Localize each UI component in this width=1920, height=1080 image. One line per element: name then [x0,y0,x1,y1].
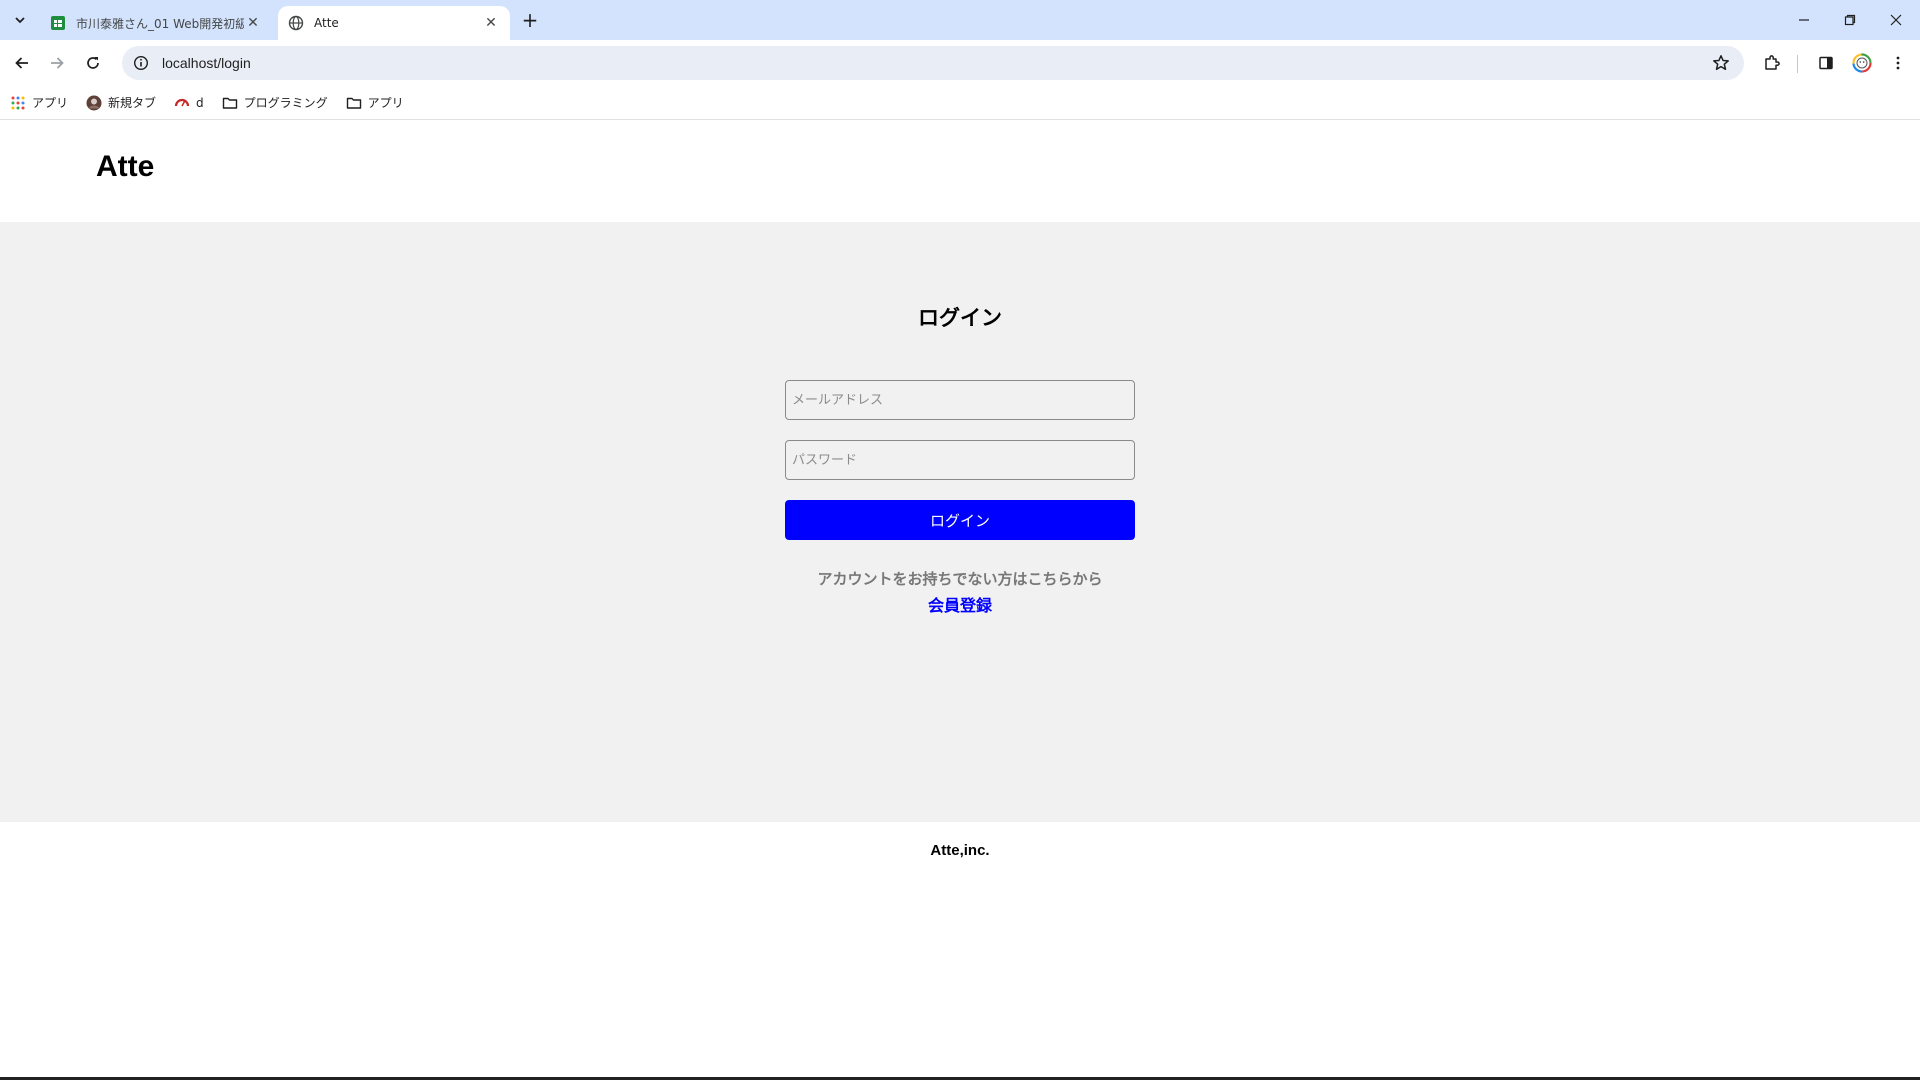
plus-icon: + [521,8,539,32]
bookmark-d[interactable]: d [174,90,204,116]
site-info-button[interactable] [126,48,156,78]
password-input[interactable] [785,440,1135,480]
site-footer: Atte,inc. [0,822,1920,1080]
site-logo: Atte [96,150,155,183]
url-text: localhost/login [162,55,251,71]
bookmark-label: プログラミング [243,96,328,110]
folder-icon [346,95,362,111]
new-tab-button[interactable]: + [516,8,544,32]
reload-button[interactable] [79,49,107,77]
register-prompt: アカウントをお持ちでない方はこちらから [817,570,1103,588]
browser-menu-button[interactable] [1886,51,1910,75]
tab-title: Atte [314,16,339,30]
apps-grid-icon [10,95,26,111]
profile-avatar-icon [1852,53,1872,73]
back-button[interactable] [8,49,36,77]
email-input[interactable] [785,380,1135,420]
bookmarks-bar: アプリ 新規タブ d プログラミング アプリ [0,86,1920,120]
login-section: ログイン ログイン アカウントをお持ちでない方はこちらから 会員登録 [0,222,1920,822]
close-icon[interactable]: ✕ [244,14,262,32]
page-content: Atte ログイン ログイン アカウントをお持ちでない方はこちらから 会員登録 … [0,120,1920,1080]
restore-button[interactable] [1828,0,1872,40]
info-icon [133,55,149,71]
close-icon[interactable]: ✕ [482,14,500,32]
google-sheets-icon [51,16,65,30]
more-vert-icon [1896,56,1900,70]
page-title: ログイン [918,306,1002,330]
side-panel-button[interactable] [1814,51,1838,75]
folder-icon [222,95,238,111]
globe-icon [288,15,304,31]
register-link[interactable]: 会員登録 [928,596,992,615]
login-button[interactable]: ログイン [785,500,1135,540]
site-header: Atte [0,120,1920,222]
tab-atte[interactable]: Atte ✕ [278,6,510,40]
close-window-button[interactable] [1874,0,1918,40]
toolbar-divider [1797,55,1798,73]
bookmark-label: アプリ [367,96,404,110]
extensions-button[interactable] [1760,51,1784,75]
browser-toolbar: localhost/login [0,40,1920,86]
bookmark-apps[interactable]: アプリ [10,90,68,116]
bookmark-label: アプリ [32,96,69,110]
minimize-icon [1799,19,1809,21]
restore-icon [1844,14,1856,26]
tab-spreadsheet[interactable]: 市川泰雅さん_01 Web開発初級テ ✕ [40,6,272,40]
star-icon [1713,55,1729,71]
avatar-icon [86,95,102,111]
tab-strip: 市川泰雅さん_01 Web開発初級テ ✕ Atte ✕ + [0,0,1920,40]
profile-button[interactable] [1850,51,1874,75]
bookmark-new-tab[interactable]: 新規タブ [86,90,156,116]
tab-title: 市川泰雅さん_01 Web開発初級テ [76,16,244,31]
bookmark-folder-programming[interactable]: プログラミング [222,90,328,116]
gauge-icon [174,95,190,111]
footer-copyright: Atte,inc. [930,842,990,859]
minimize-button[interactable] [1782,0,1826,40]
register-link-wrap: 会員登録 [0,592,1920,616]
bookmark-label: 新規タブ [108,96,157,110]
reload-icon [87,57,99,69]
bookmark-folder-apps[interactable]: アプリ [346,90,404,116]
address-bar[interactable]: localhost/login [122,46,1744,80]
side-panel-icon [1819,56,1833,70]
forward-button[interactable] [43,49,71,77]
tab-search-button[interactable] [6,8,34,32]
bookmark-label: d [196,95,204,110]
bookmark-star-button[interactable] [1706,48,1736,78]
chevron-down-icon [15,17,25,24]
arrow-left-icon [15,57,28,69]
arrow-right-icon [51,57,64,69]
close-icon [1890,14,1902,26]
puzzle-icon [1765,55,1780,70]
